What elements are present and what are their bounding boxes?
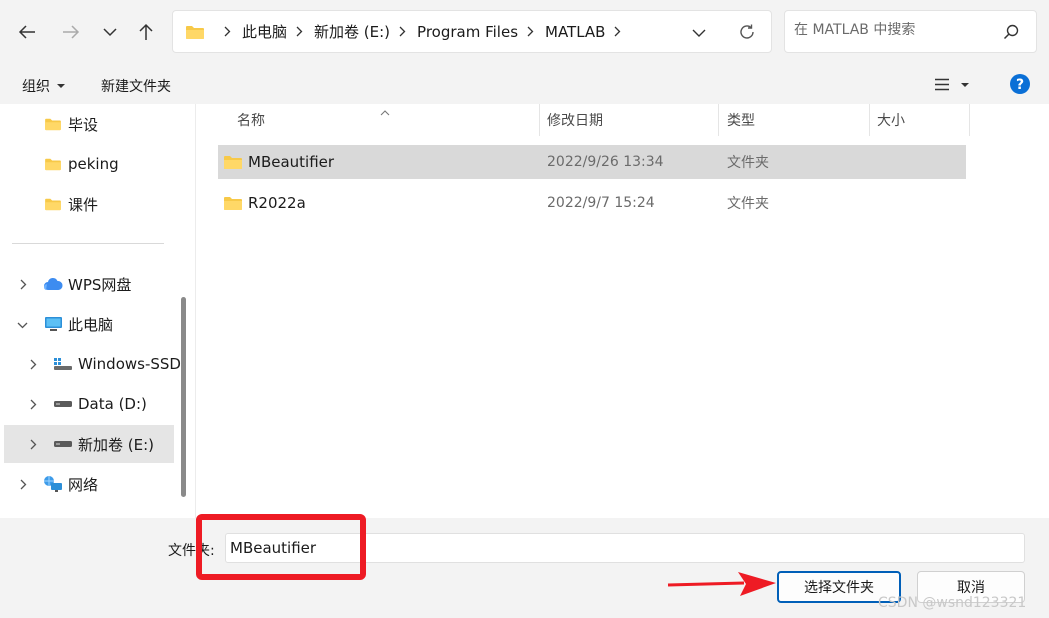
chevron-right-icon[interactable] <box>15 476 31 492</box>
chevron-right-icon[interactable] <box>296 26 303 37</box>
breadcrumb-item-this-pc[interactable]: 此电脑 <box>242 21 287 42</box>
nav-item-this-pc[interactable]: 此电脑 <box>0 305 175 343</box>
refresh-button[interactable] <box>738 23 756 45</box>
chevron-right-icon[interactable] <box>25 396 41 412</box>
column-divider[interactable] <box>539 104 540 136</box>
nav-item-label: Data (D:) <box>78 395 147 413</box>
file-row[interactable]: MBeautifier 2022/9/26 13:34 文件夹 <box>218 145 966 179</box>
folder-icon <box>223 145 243 179</box>
search-icon[interactable] <box>1003 24 1019 44</box>
nav-item-drive-d[interactable]: Data (D:) <box>0 385 175 423</box>
folder-icon <box>186 25 204 39</box>
search-input[interactable] <box>794 22 994 38</box>
organize-label: 组织 <box>22 79 50 95</box>
arrow-left-icon <box>18 25 35 39</box>
new-folder-button[interactable]: 新建文件夹 <box>101 76 171 96</box>
column-header-type[interactable]: 类型 <box>727 104 755 136</box>
address-row: 此电脑 新加卷 (E:) Program Files MATLAB <box>0 0 1049 64</box>
breadcrumb-item-program-files[interactable]: Program Files <box>417 23 518 41</box>
watermark: CSDN @wsnd123321 <box>878 595 1027 611</box>
chevron-down-icon[interactable] <box>14 317 30 333</box>
chevron-right-icon[interactable] <box>25 356 41 372</box>
file-name: R2022a <box>248 194 306 212</box>
chevron-down-icon <box>103 28 117 37</box>
folder-icon <box>44 197 62 211</box>
nav-item-label: Windows-SSD <box>78 355 181 373</box>
file-type: 文件夹 <box>727 196 769 212</box>
column-divider[interactable] <box>969 104 970 136</box>
nav-item-label: 毕设 <box>68 115 99 134</box>
breadcrumb-item-drive-e[interactable]: 新加卷 (E:) <box>314 21 390 42</box>
nav-item-wps-cloud[interactable]: WPS网盘 <box>0 265 175 303</box>
drive-icon <box>53 400 73 408</box>
navigation-pane[interactable]: 毕设 peking 课件 WPS网盘 此电脑 Windows-SSD Data … <box>0 104 190 518</box>
nav-item-bishe[interactable]: 毕设 <box>0 105 175 143</box>
nav-item-label: 此电脑 <box>68 315 114 334</box>
column-header-name[interactable]: 名称 <box>237 104 265 136</box>
chevron-right-icon[interactable] <box>399 26 406 37</box>
chevron-down-icon <box>692 29 706 37</box>
file-type: 文件夹 <box>727 155 769 171</box>
column-header-size[interactable]: 大小 <box>877 104 905 136</box>
chevron-right-icon[interactable] <box>614 26 621 37</box>
nav-item-kejian[interactable]: 课件 <box>0 185 175 223</box>
file-list[interactable]: 名称 修改日期 类型 大小 MBeautifier 2022/9/26 13:3… <box>196 104 1049 518</box>
column-header-date[interactable]: 修改日期 <box>547 104 603 136</box>
file-name: MBeautifier <box>248 153 335 171</box>
cloud-icon <box>43 277 63 291</box>
dialog-footer: 文件夹: 选择文件夹 取消 CSDN @wsnd123321 <box>0 518 1049 618</box>
nav-item-peking[interactable]: peking <box>0 145 175 183</box>
command-bar: 组织 新建文件夹 ? <box>0 64 1049 104</box>
arrow-up-icon <box>139 23 153 40</box>
back-button[interactable] <box>13 18 41 46</box>
chevron-right-icon[interactable] <box>15 276 31 292</box>
network-icon <box>43 475 63 493</box>
annotation-arrow-icon <box>667 572 776 596</box>
organize-menu[interactable]: 组织 <box>22 76 66 96</box>
up-button[interactable] <box>132 18 160 46</box>
sort-ascending-icon <box>380 104 390 120</box>
help-button[interactable]: ? <box>1009 73 1031 99</box>
caret-down-icon <box>57 84 65 88</box>
nav-item-label: 新加卷 (E:) <box>78 435 155 454</box>
nav-item-label: 网络 <box>68 475 99 494</box>
folder-icon <box>44 157 62 171</box>
nav-item-network[interactable]: 网络 <box>0 465 175 503</box>
file-date: 2022/9/7 15:24 <box>547 195 655 211</box>
nav-item-drive-e[interactable]: 新加卷 (E:) <box>4 425 174 463</box>
list-view-icon <box>935 78 949 91</box>
forward-button[interactable] <box>57 18 85 46</box>
column-divider[interactable] <box>869 104 870 136</box>
view-options-button[interactable] <box>934 78 970 91</box>
chevron-right-icon <box>224 26 231 37</box>
chevron-right-icon[interactable] <box>25 436 41 452</box>
chevron-right-icon[interactable] <box>527 26 534 37</box>
nav-scrollbar[interactable] <box>181 297 186 497</box>
svg-text:?: ? <box>1016 77 1024 93</box>
column-divider[interactable] <box>718 104 719 136</box>
recent-locations-button[interactable] <box>96 18 124 46</box>
annotation-highlight-box <box>196 514 366 580</box>
help-icon: ? <box>1010 74 1030 94</box>
drive-icon <box>53 440 73 448</box>
nav-item-label: peking <box>68 155 119 173</box>
address-bar[interactable]: 此电脑 新加卷 (E:) Program Files MATLAB <box>172 10 772 53</box>
breadcrumb-item-matlab[interactable]: MATLAB <box>545 23 605 41</box>
file-row[interactable]: R2022a 2022/9/7 15:24 文件夹 <box>218 186 966 220</box>
breadcrumb: 此电脑 新加卷 (E:) Program Files MATLAB <box>185 11 632 52</box>
nav-divider <box>12 243 164 244</box>
arrow-right-icon <box>63 25 80 39</box>
folder-icon <box>44 117 62 131</box>
search-box[interactable] <box>784 10 1037 53</box>
address-history-dropdown[interactable] <box>692 26 706 42</box>
system-drive-icon <box>53 357 73 371</box>
folder-icon <box>223 186 243 220</box>
monitor-icon <box>44 316 63 333</box>
refresh-icon <box>740 24 754 39</box>
nav-item-label: WPS网盘 <box>68 275 132 294</box>
nav-item-label: 课件 <box>68 195 99 214</box>
file-date: 2022/9/26 13:34 <box>547 154 664 170</box>
caret-down-icon <box>961 82 969 87</box>
nav-item-windows-ssd[interactable]: Windows-SSD <box>0 345 181 383</box>
